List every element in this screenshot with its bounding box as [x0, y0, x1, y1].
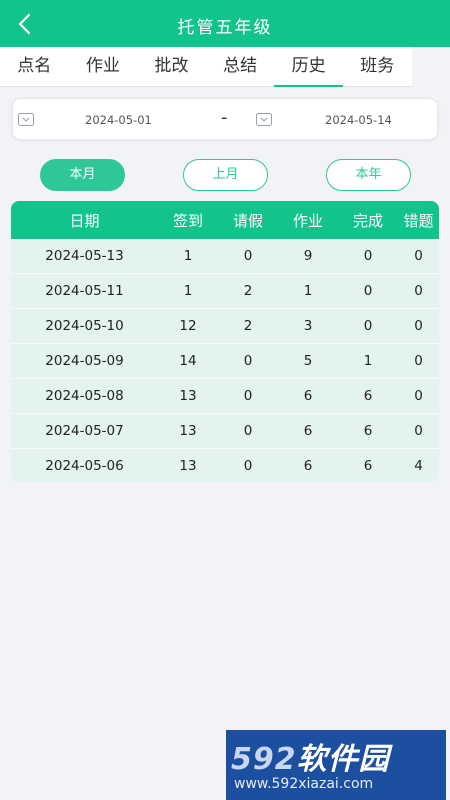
cell-checkin: 14: [179, 353, 197, 369]
end-date-field[interactable]: 2024-05-14: [325, 113, 392, 127]
cell-completed: 0: [363, 318, 373, 334]
table-row[interactable]: 2024-05-06 13 0 6 6 4: [11, 449, 439, 482]
table-row[interactable]: 2024-05-08 13 0 6 6 0: [11, 379, 439, 414]
cell-homework: 5: [303, 353, 313, 369]
page-title: 托管五年级: [177, 18, 273, 38]
app-header: 托管五年级: [0, 0, 450, 47]
cell-date: 2024-05-11: [45, 283, 124, 299]
cell-homework: 1: [303, 283, 313, 299]
cell-homework: 6: [303, 423, 313, 439]
tab-class-affairs[interactable]: 班务: [343, 47, 412, 86]
date-separator: -: [221, 107, 228, 128]
cell-date: 2024-05-09: [45, 353, 124, 369]
start-date-field[interactable]: 2024-05-01: [85, 113, 152, 127]
cell-homework: 3: [303, 318, 313, 334]
cell-leave: 0: [243, 458, 253, 474]
cell-checkin: 12: [179, 318, 197, 334]
cell-completed: 0: [363, 248, 373, 264]
watermark-url: www.592xiazai.com: [234, 776, 374, 792]
column-header-checkin: 签到: [172, 211, 203, 230]
table-row[interactable]: 2024-05-11 1 2 1 0 0: [11, 274, 439, 309]
cell-leave: 2: [243, 283, 253, 299]
cell-completed: 6: [363, 458, 373, 474]
cell-mistakes: 4: [414, 458, 423, 474]
cell-leave: 0: [243, 423, 253, 439]
tab-history[interactable]: 历史: [274, 47, 343, 87]
cell-checkin: 13: [179, 423, 197, 439]
cell-leave: 0: [243, 353, 253, 369]
cell-mistakes: 0: [414, 318, 423, 334]
calendar-icon[interactable]: [256, 112, 272, 126]
cell-date: 2024-05-08: [45, 388, 124, 404]
cell-date: 2024-05-10: [45, 318, 124, 334]
cell-mistakes: 0: [414, 353, 423, 369]
watermark-number: 592: [231, 742, 297, 777]
cell-leave: 2: [243, 318, 253, 334]
cell-homework: 6: [303, 388, 313, 404]
date-range-picker: 2024-05-01 - 2024-05-14: [12, 98, 438, 140]
history-table: 日期 签到 请假 作业 完成 错题 2024-05-13 1 0 9 0 0 2024-05…: [11, 201, 439, 482]
column-header-date: 日期: [69, 211, 100, 230]
table-row[interactable]: 2024-05-13 1 0 9 0 0: [11, 239, 439, 274]
cell-leave: 0: [243, 248, 253, 264]
tab-summary[interactable]: 总结: [206, 47, 275, 86]
cell-mistakes: 0: [414, 248, 423, 264]
tab-grading[interactable]: 批改: [137, 47, 206, 86]
table-row[interactable]: 2024-05-10 12 2 3 0 0: [11, 309, 439, 344]
this-month-button[interactable]: 本月: [40, 159, 125, 191]
cell-mistakes: 0: [414, 388, 423, 404]
cell-completed: 6: [363, 423, 373, 439]
column-header-homework: 作业: [292, 211, 323, 230]
cell-date: 2024-05-06: [45, 458, 124, 474]
cell-checkin: 13: [179, 458, 197, 474]
cell-mistakes: 0: [414, 283, 423, 299]
table-row[interactable]: 2024-05-07 13 0 6 6 0: [11, 414, 439, 449]
cell-completed: 0: [363, 283, 373, 299]
cell-checkin: 1: [183, 283, 193, 299]
cell-homework: 9: [303, 248, 313, 264]
cell-date: 2024-05-13: [45, 248, 124, 264]
cell-checkin: 1: [183, 248, 193, 264]
watermark-logo: 592软件园 www.592xiazai.com: [226, 730, 446, 800]
tab-homework[interactable]: 作业: [69, 47, 138, 86]
table-header: 日期 签到 请假 作业 完成 错题: [11, 201, 439, 239]
cell-homework: 6: [303, 458, 313, 474]
cell-completed: 1: [363, 353, 373, 369]
column-header-completed: 完成: [352, 211, 383, 230]
column-header-mistakes: 错题: [403, 211, 434, 230]
column-header-leave: 请假: [232, 211, 263, 230]
tab-bar: 点名 作业 批改 总结 历史 班务: [0, 47, 412, 87]
cell-date: 2024-05-07: [45, 423, 124, 439]
cell-checkin: 13: [179, 388, 197, 404]
cell-mistakes: 0: [414, 423, 423, 439]
table-body: 2024-05-13 1 0 9 0 0 2024-05-11 1 2 1 0 0 2024-05-10…: [11, 239, 439, 482]
watermark-title: 软件园: [296, 742, 390, 777]
calendar-icon[interactable]: [18, 112, 34, 126]
cell-leave: 0: [243, 388, 253, 404]
tab-roll-call[interactable]: 点名: [0, 47, 69, 86]
this-year-button[interactable]: 本年: [326, 159, 411, 191]
table-row[interactable]: 2024-05-09 14 0 5 1 0: [11, 344, 439, 379]
last-month-button[interactable]: 上月: [183, 159, 268, 191]
cell-completed: 6: [363, 388, 373, 404]
